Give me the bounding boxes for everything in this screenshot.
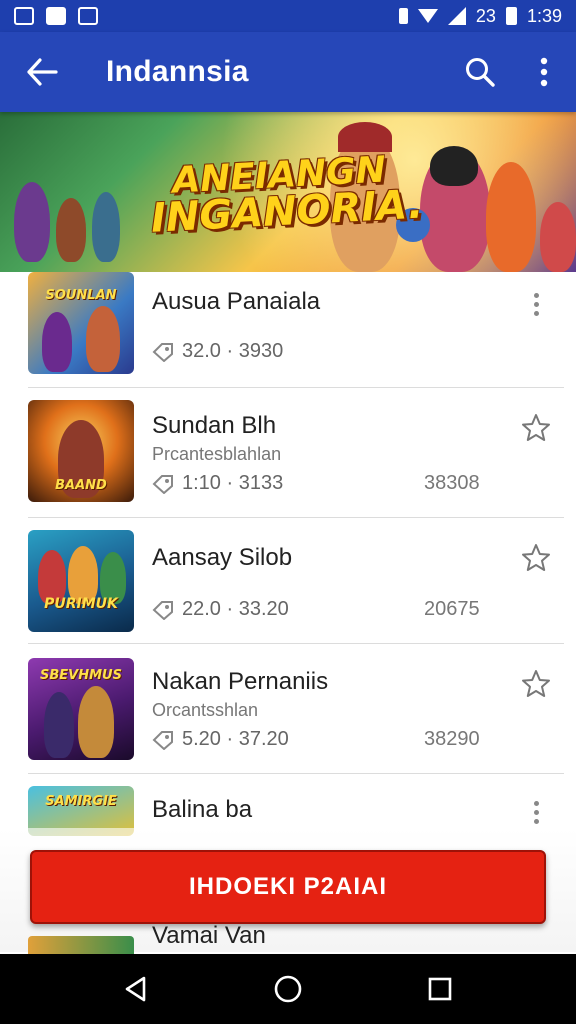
more-vert-icon <box>533 800 539 824</box>
game-thumbnail <box>28 936 134 954</box>
promo-banner[interactable]: ANEIANGN INGANORIA. <box>0 112 576 272</box>
game-thumbnail: BAAND <box>28 400 134 502</box>
star-icon <box>522 544 550 571</box>
item-title: Nakan Pernaniis <box>152 668 329 695</box>
star-icon <box>522 670 550 697</box>
star-icon <box>522 414 550 441</box>
list-item[interactable]: BAAND Sundan Blh Prcantesblahlan 1:10 · … <box>28 388 564 518</box>
item-more-button[interactable] <box>518 794 554 830</box>
arrow-left-icon <box>27 58 58 86</box>
item-title: Balina ba <box>152 796 253 823</box>
signal-text: 23 <box>475 5 496 26</box>
list-item[interactable]: PURIMUK Aansay Silob 22.0 · 33.20 20675 <box>28 518 564 644</box>
wifi-icon <box>417 9 438 23</box>
signal-icon <box>447 7 466 25</box>
favorite-button[interactable] <box>518 540 554 576</box>
favorite-button[interactable] <box>518 666 554 702</box>
item-count: 38290 <box>424 728 480 750</box>
primary-cta-button[interactable]: IHDOEKI P2AIAI <box>30 850 546 924</box>
item-title: Ausua Panaiala <box>152 288 321 315</box>
search-icon <box>466 58 495 87</box>
list-item[interactable]: SBEVHMUS Nakan Pernaniis Orcantsshlan 5.… <box>28 644 564 774</box>
more-vert-icon <box>533 292 539 316</box>
image-notification-icon <box>14 7 34 25</box>
play-notification-icon <box>78 7 98 25</box>
item-count: 38308 <box>424 472 480 494</box>
back-button[interactable] <box>0 32 84 112</box>
vibrate-icon <box>398 8 408 24</box>
item-subtitle: Prcantesblahlan <box>152 444 282 464</box>
tag-icon <box>152 600 173 620</box>
system-nav-bar <box>0 954 576 1024</box>
circle-home-icon <box>274 975 302 1003</box>
item-subtitle: Orcantsshlan <box>152 700 259 720</box>
photo-notification-icon <box>46 7 66 25</box>
game-thumbnail: SOUNLAN <box>28 272 134 374</box>
square-recents-icon <box>428 977 452 1001</box>
item-title: Aansay Silob <box>152 544 293 571</box>
page-title: Indannsia <box>106 55 249 88</box>
item-meta: 22.0 · 33.20 <box>152 598 289 621</box>
item-meta: 32.0 · 3930 <box>152 340 283 363</box>
item-title: Vamai Van <box>152 922 266 949</box>
nav-back-button[interactable] <box>112 965 160 1013</box>
search-button[interactable] <box>448 32 512 112</box>
app-bar: Indannsia <box>0 32 576 112</box>
tag-icon <box>152 342 173 362</box>
item-more-button[interactable] <box>518 286 554 322</box>
clock: 1:39 <box>526 5 562 26</box>
item-count: 20675 <box>424 598 480 620</box>
tag-icon <box>152 730 173 750</box>
status-bar: 23 1:39 <box>0 0 576 32</box>
triangle-back-icon <box>125 976 146 1002</box>
more-vert-icon <box>540 57 548 87</box>
item-meta: 5.20 · 37.20 <box>152 728 289 751</box>
favorite-button[interactable] <box>518 410 554 446</box>
game-thumbnail: SBEVHMUS <box>28 658 134 760</box>
tag-icon <box>152 474 173 494</box>
list-item[interactable]: SOUNLAN Ausua Panaiala 32.0 · 3930 <box>28 272 564 388</box>
banner-title: ANEIANGN INGANORIA. <box>149 149 425 242</box>
nav-home-button[interactable] <box>264 965 312 1013</box>
more-options-button[interactable] <box>512 32 576 112</box>
nav-recents-button[interactable] <box>416 965 464 1013</box>
item-meta: 1:10 · 3133 <box>152 472 283 495</box>
game-thumbnail: PURIMUK <box>28 530 134 632</box>
item-title: Sundan Blh <box>152 412 277 439</box>
battery-icon <box>505 7 517 25</box>
